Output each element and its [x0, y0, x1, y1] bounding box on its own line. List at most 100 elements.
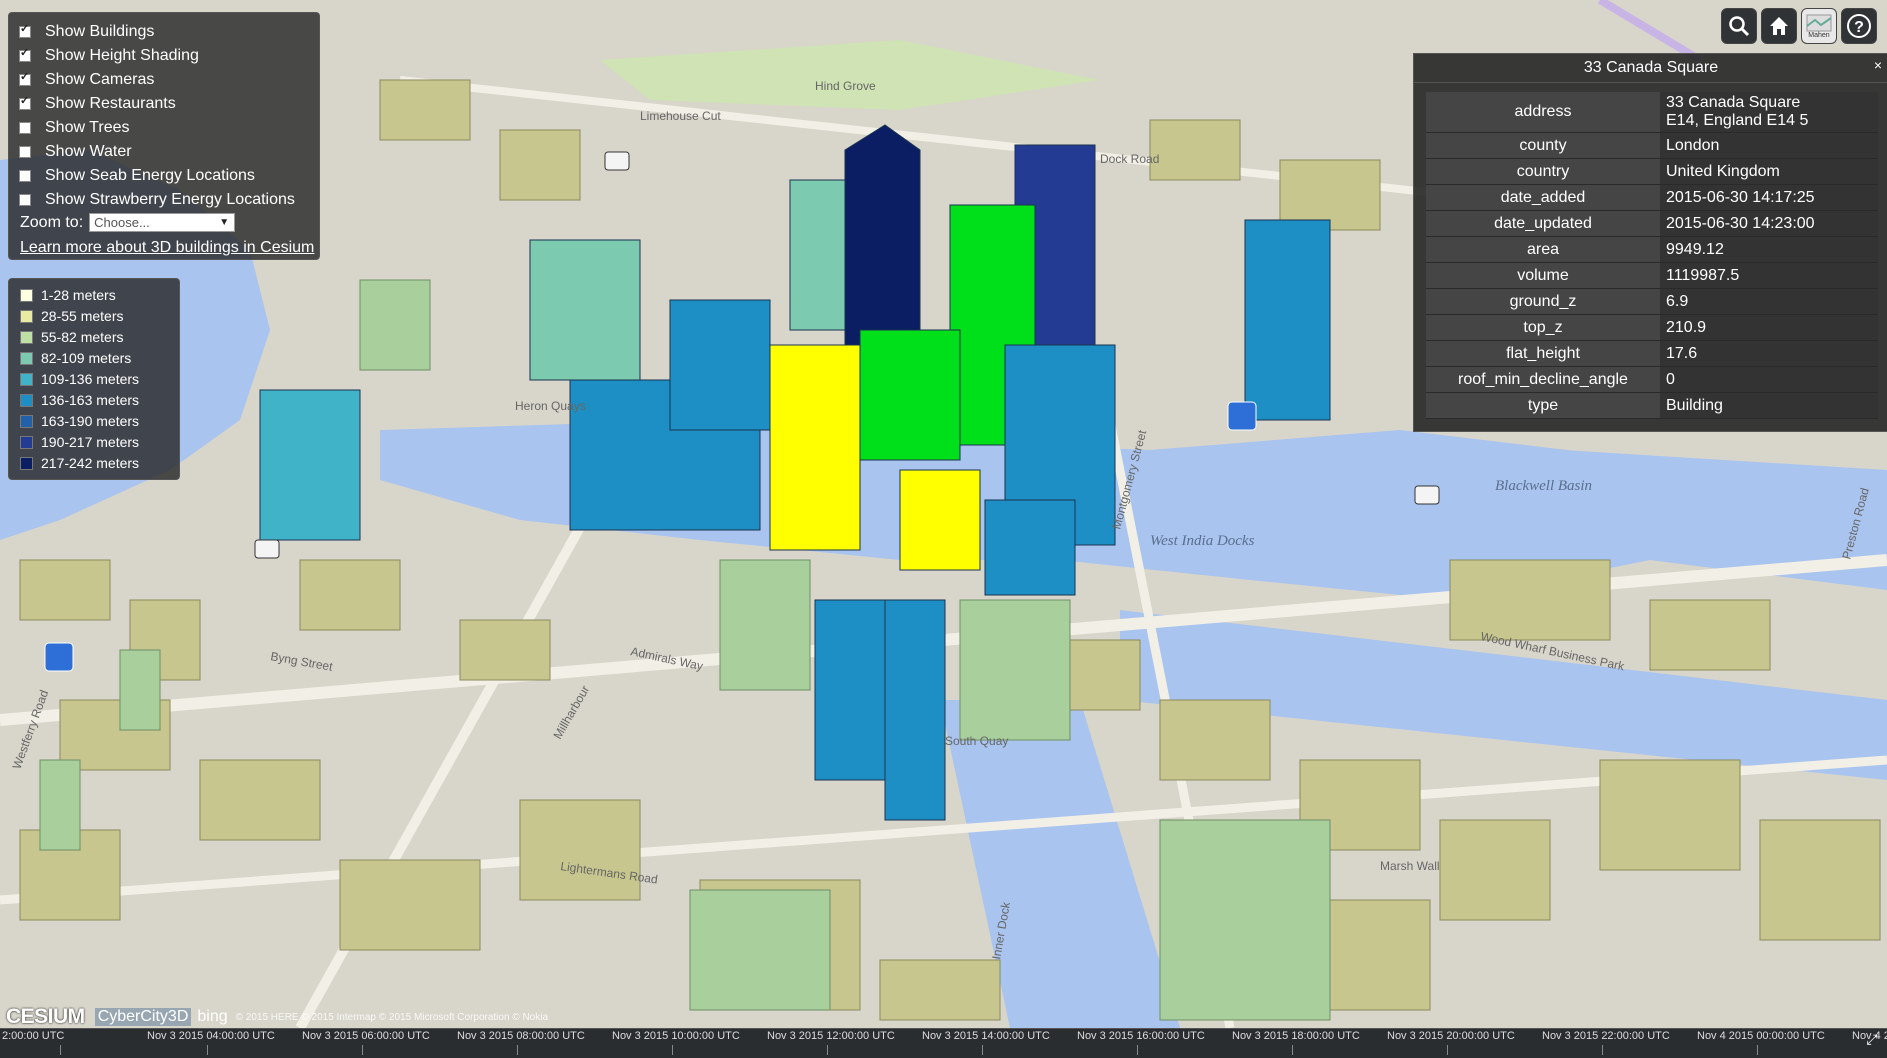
chevron-down-icon: ▼	[219, 217, 230, 228]
checkbox-label: Show Water	[45, 143, 132, 160]
checkbox-icon[interactable]	[19, 170, 31, 182]
timeline-tick-label: Nov 4 2015 00:00:00 UTC	[1697, 1030, 1825, 1042]
timeline-tick-mark	[362, 1045, 363, 1055]
attribute-key: roof_min_decline_angle	[1426, 366, 1660, 393]
search-button[interactable]	[1721, 8, 1757, 44]
restaurant-marker-icon[interactable]	[1227, 401, 1257, 431]
legend-label: 217-242 meters	[41, 455, 140, 471]
show-trees-checkbox[interactable]: Show Trees	[19, 117, 129, 139]
legend-label: 163-190 meters	[41, 413, 140, 429]
table-row: area 9949.12	[1426, 236, 1878, 263]
legend-item: 217-242 meters	[20, 453, 139, 473]
legend-item: 28-55 meters	[20, 306, 123, 326]
show-height-shading-checkbox[interactable]: Show Height Shading	[19, 45, 199, 67]
legend-item: 163-190 meters	[20, 411, 139, 431]
home-button[interactable]	[1761, 8, 1797, 44]
attribute-value: 1119987.5	[1660, 262, 1878, 289]
map-label-heron-quays: Heron Quays	[515, 399, 586, 413]
attribute-key: volume	[1426, 262, 1660, 289]
attribute-key: country	[1426, 158, 1660, 185]
show-strawberry-energy-checkbox[interactable]: Show Strawberry Energy Locations	[19, 189, 295, 211]
fullscreen-icon: ⤢	[1866, 1031, 1878, 1047]
timeline-tick-mark	[1757, 1045, 1758, 1055]
table-row: ground_z 6.9	[1426, 288, 1878, 315]
legend-label: 82-109 meters	[41, 350, 132, 366]
legend-swatch	[20, 309, 33, 323]
timeline-tick-label: Nov 3 2015 14:00:00 UTC	[922, 1030, 1050, 1042]
map-label-dock-road: Dock Road	[1100, 152, 1159, 166]
attribute-value: 9949.12	[1660, 236, 1878, 263]
checkbox-label: Show Seab Energy Locations	[45, 167, 255, 184]
bing-logo[interactable]: bing	[197, 1008, 227, 1026]
checkbox-icon[interactable]	[19, 70, 31, 86]
address-line-1: 33 Canada Square	[1666, 94, 1801, 111]
legend-swatch	[20, 330, 33, 344]
help-button[interactable]: ?	[1841, 8, 1877, 44]
svg-text:?: ?	[1854, 19, 1864, 36]
cesium-logo[interactable]: CESIUM	[6, 1005, 85, 1029]
timeline-tick-mark	[672, 1045, 673, 1055]
checkbox-icon[interactable]	[19, 46, 31, 62]
height-legend: 1-28 meters 28-55 meters 55-82 meters 82…	[8, 278, 180, 480]
legend-item: 190-217 meters	[20, 432, 139, 452]
checkbox-label: Show Trees	[45, 119, 130, 136]
search-icon	[1729, 16, 1750, 37]
fullscreen-button[interactable]: ⤢	[1861, 1031, 1883, 1053]
legend-item: 136-163 meters	[20, 390, 139, 410]
base-layer-label: Mahen	[1808, 31, 1830, 39]
timeline-tick-label: Nov 3 2015 10:00:00 UTC	[612, 1030, 740, 1042]
camera-marker-icon[interactable]	[1414, 485, 1440, 505]
legend-swatch	[20, 435, 33, 449]
checkbox-icon[interactable]	[19, 146, 31, 158]
timeline-tick-label: Nov 3 2015 18:00:00 UTC	[1232, 1030, 1360, 1042]
map-label-west-india-docks: West India Docks	[1150, 533, 1255, 549]
map-label-marsh-wall: Marsh Wall	[1380, 859, 1440, 873]
attribute-key: county	[1426, 132, 1660, 159]
show-restaurants-checkbox[interactable]: Show Restaurants	[19, 93, 176, 115]
show-water-checkbox[interactable]: Show Water	[19, 141, 132, 163]
legend-swatch	[20, 393, 33, 407]
checkbox-icon[interactable]	[19, 194, 31, 206]
attribution-text: © 2015 HERE © 2015 Intermap © 2015 Micro…	[235, 1011, 549, 1023]
checkbox-label: Show Restaurants	[45, 95, 176, 112]
attribute-value: 2015-06-30 14:17:25	[1660, 184, 1878, 211]
attribute-value: 0	[1660, 366, 1878, 393]
layer-toggle-panel: Show Buildings Show Height Shading Show …	[8, 12, 320, 260]
timeline-tick-mark	[982, 1045, 983, 1055]
legend-label: 136-163 meters	[41, 392, 140, 408]
zoom-to-select[interactable]: Choose... ▼	[89, 213, 236, 232]
timeline-tick-mark	[60, 1045, 61, 1055]
attribute-value: London	[1660, 132, 1878, 159]
timeline-tick-label: Nov 3 2015 22:00:00 UTC	[1542, 1030, 1670, 1042]
table-row: roof_min_decline_angle 0	[1426, 366, 1878, 393]
legend-label: 109-136 meters	[41, 371, 140, 387]
checkbox-icon[interactable]	[19, 22, 31, 38]
base-layer-picker-button[interactable]: Mahen	[1801, 8, 1837, 44]
timeline[interactable]: 2:00:00 UTC Nov 3 2015 04:00:00 UTC Nov 3 …	[0, 1028, 1887, 1058]
timeline-tick-label: Nov 3 2015 16:00:00 UTC	[1077, 1030, 1205, 1042]
show-cameras-checkbox[interactable]: Show Cameras	[19, 69, 154, 91]
timeline-tick-mark	[827, 1045, 828, 1055]
attribute-value: 6.9	[1660, 288, 1878, 315]
checkbox-icon[interactable]	[19, 122, 31, 134]
table-row: country United Kingdom	[1426, 158, 1878, 185]
attribute-key: date_added	[1426, 184, 1660, 211]
camera-marker-icon[interactable]	[604, 151, 630, 171]
info-box-title: 33 Canada Square	[1414, 54, 1887, 83]
table-row: type Building	[1426, 392, 1878, 419]
timeline-tick-label: Nov 3 2015 06:00:00 UTC	[302, 1030, 430, 1042]
show-buildings-checkbox[interactable]: Show Buildings	[19, 21, 154, 43]
legend-label: 28-55 meters	[41, 308, 124, 324]
close-icon[interactable]: ×	[1874, 57, 1882, 73]
learn-more-link[interactable]: Learn more about 3D buildings in Cesium	[20, 239, 314, 257]
map-layer-icon	[1806, 14, 1832, 31]
restaurant-marker-icon[interactable]	[44, 642, 74, 672]
show-seab-energy-checkbox[interactable]: Show Seab Energy Locations	[19, 165, 255, 187]
timeline-tick-label: Nov 3 2015 12:00:00 UTC	[767, 1030, 895, 1042]
checkbox-icon[interactable]	[19, 94, 31, 110]
camera-marker-icon[interactable]	[254, 539, 280, 559]
cybercity3d-logo[interactable]: CyberCity3D	[94, 1008, 192, 1026]
legend-item: 82-109 meters	[20, 348, 131, 368]
legend-swatch	[20, 288, 33, 302]
timeline-tick-label: Nov 3 2015 04:00:00 UTC	[147, 1030, 275, 1042]
